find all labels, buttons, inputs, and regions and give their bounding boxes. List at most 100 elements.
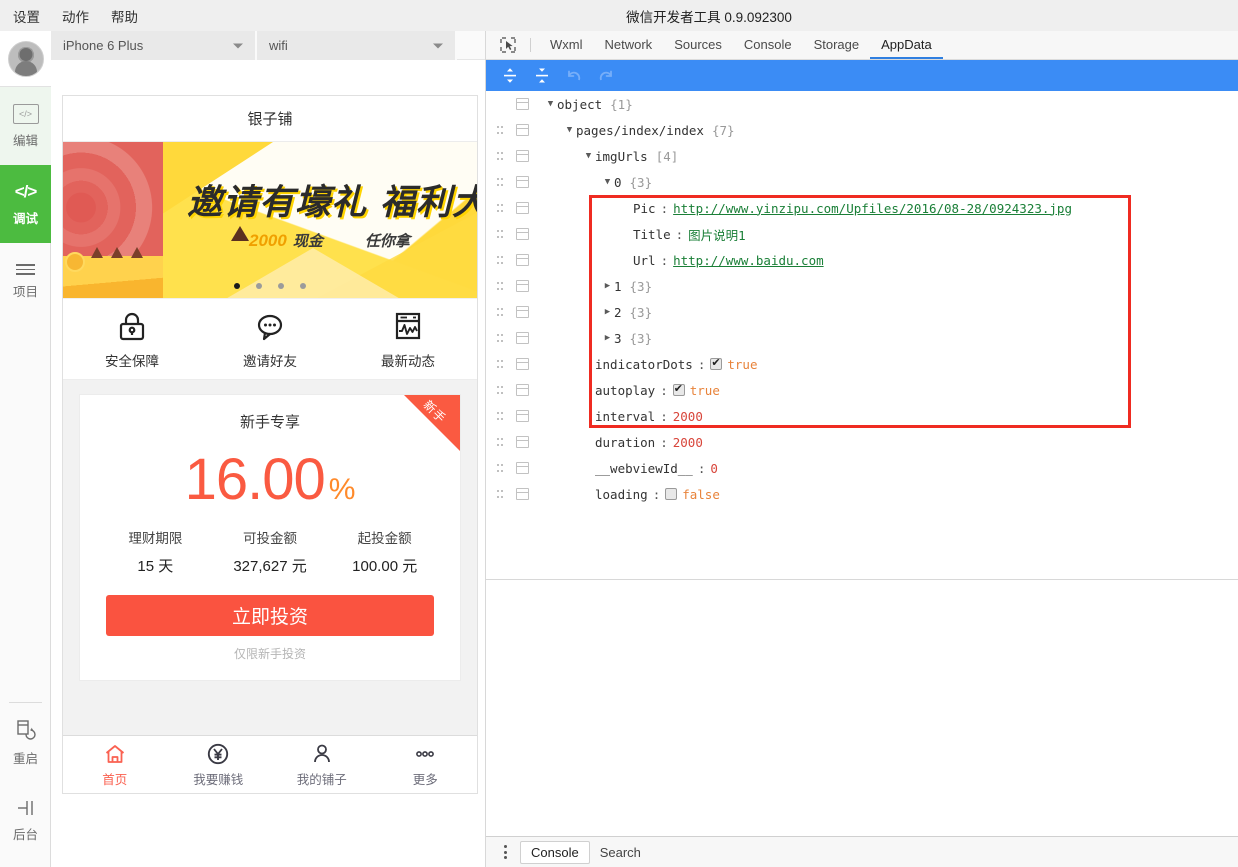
tree-value[interactable]: true — [727, 357, 757, 372]
tab-appdata[interactable]: AppData — [870, 31, 943, 59]
drag-handle-icon[interactable] — [496, 307, 505, 317]
nav-item-security[interactable]: 安全保障 — [63, 309, 201, 370]
invest-now-button[interactable]: 立即投资 — [106, 595, 434, 636]
tree-row[interactable]: ▼object{1} — [486, 91, 1238, 117]
undo-icon[interactable] — [560, 64, 588, 88]
redo-icon[interactable] — [592, 64, 620, 88]
collapse-all-icon[interactable] — [528, 64, 556, 88]
row-toggle-icon[interactable] — [516, 124, 529, 136]
tree-row[interactable]: ▶2{3} — [486, 299, 1238, 325]
row-toggle-icon[interactable] — [516, 462, 529, 474]
drag-handle-icon[interactable] — [496, 489, 505, 499]
tree-value-link[interactable]: http://www.baidu.com — [673, 253, 824, 268]
tab-storage[interactable]: Storage — [803, 31, 871, 59]
expand-all-icon[interactable] — [496, 64, 524, 88]
menu-actions[interactable]: 动作 — [62, 6, 89, 26]
row-toggle-icon[interactable] — [516, 488, 529, 500]
network-select[interactable]: wifi — [257, 31, 457, 60]
tree-row[interactable]: autoplay : true — [486, 377, 1238, 403]
chevron-down-icon[interactable]: ▼ — [582, 151, 595, 161]
carousel-dot-1[interactable] — [256, 283, 262, 289]
tree-row[interactable]: Pic : http://www.yinzipu.com/Upfiles/201… — [486, 195, 1238, 221]
drag-handle-icon[interactable] — [496, 229, 505, 239]
product-card[interactable]: 新手 新手专享 16.00% 理财期限 15 天 可投金额 327,627 元 — [79, 394, 461, 681]
drag-handle-icon[interactable] — [496, 125, 505, 135]
row-toggle-icon[interactable] — [516, 228, 529, 240]
tabbar-item-myshop[interactable]: 我的铺子 — [270, 736, 374, 793]
device-select[interactable]: iPhone 6 Plus — [51, 31, 257, 60]
banner-carousel[interactable]: 邀请有壕礼 福利大升级 2000现金任你拿 — [63, 142, 477, 298]
chevron-down-icon[interactable]: ▼ — [544, 99, 557, 109]
drag-handle-icon[interactable] — [496, 437, 505, 447]
row-toggle-icon[interactable] — [516, 306, 529, 318]
tree-value[interactable]: 图片说明1 — [688, 225, 746, 244]
drag-handle-icon[interactable] — [496, 281, 505, 291]
carousel-dot-0[interactable] — [234, 283, 240, 289]
tree-value[interactable]: 2000 — [673, 435, 703, 450]
tabbar-item-more[interactable]: 更多 — [374, 736, 478, 793]
tree-row[interactable]: ▼0{3} — [486, 169, 1238, 195]
drawer-tab-console[interactable]: Console — [520, 841, 590, 864]
value-checkbox[interactable] — [710, 358, 722, 370]
inspect-cursor-icon[interactable] — [494, 31, 522, 59]
carousel-dot-2[interactable] — [278, 283, 284, 289]
drag-handle-icon[interactable] — [496, 359, 505, 369]
nav-item-invite[interactable]: 邀请好友 — [201, 309, 339, 370]
drag-handle-icon[interactable] — [496, 177, 505, 187]
row-toggle-icon[interactable] — [516, 254, 529, 266]
menu-help[interactable]: 帮助 — [111, 6, 138, 26]
rail-item-debug[interactable]: </> 调试 — [0, 165, 51, 243]
drawer-tab-search[interactable]: Search — [590, 841, 651, 864]
row-toggle-icon[interactable] — [516, 280, 529, 292]
drag-handle-icon[interactable] — [496, 255, 505, 265]
row-toggle-icon[interactable] — [516, 436, 529, 448]
appdata-tree[interactable]: ▼object{1}▼pages/index/index{7}▼imgUrls[… — [486, 91, 1238, 579]
row-toggle-icon[interactable] — [516, 98, 529, 110]
chevron-down-icon[interactable]: ▼ — [563, 125, 576, 135]
carousel-dots[interactable] — [63, 283, 477, 289]
chevron-right-icon[interactable]: ▶ — [601, 333, 614, 343]
tree-value[interactable]: 2000 — [673, 409, 703, 424]
tree-value-link[interactable]: http://www.yinzipu.com/Upfiles/2016/08-2… — [673, 201, 1072, 216]
drag-handle-icon[interactable] — [496, 151, 505, 161]
rail-item-edit[interactable]: </> 编辑 — [0, 87, 51, 165]
avatar-container[interactable] — [0, 31, 51, 87]
row-toggle-icon[interactable] — [516, 332, 529, 344]
drag-handle-icon[interactable] — [496, 203, 505, 213]
tab-wxml[interactable]: Wxml — [539, 31, 594, 59]
tree-row[interactable]: duration : 2000 — [486, 429, 1238, 455]
more-options-icon[interactable] — [496, 845, 514, 859]
drag-handle-icon[interactable] — [496, 411, 505, 421]
value-checkbox[interactable] — [673, 384, 685, 396]
drag-handle-icon[interactable] — [496, 385, 505, 395]
row-toggle-icon[interactable] — [516, 202, 529, 214]
rail-item-project[interactable]: 项目 — [0, 243, 51, 321]
tree-row[interactable]: indicatorDots : true — [486, 351, 1238, 377]
tree-row[interactable]: loading : false — [486, 481, 1238, 507]
tree-value[interactable]: true — [690, 383, 720, 398]
tab-network[interactable]: Network — [594, 31, 664, 59]
carousel-dot-3[interactable] — [300, 283, 306, 289]
tree-value[interactable]: false — [682, 487, 720, 502]
value-checkbox[interactable] — [665, 488, 677, 500]
tree-row[interactable]: Title : 图片说明1 — [486, 221, 1238, 247]
menu-settings[interactable]: 设置 — [13, 6, 40, 26]
tabbar-item-earn[interactable]: 我要赚钱 — [167, 736, 271, 793]
tree-row[interactable]: Url : http://www.baidu.com — [486, 247, 1238, 273]
drag-handle-icon[interactable] — [496, 333, 505, 343]
tree-row[interactable]: ▼pages/index/index{7} — [486, 117, 1238, 143]
rail-item-background[interactable]: 后台 — [0, 781, 51, 859]
row-toggle-icon[interactable] — [516, 384, 529, 396]
tree-row[interactable]: ▶3{3} — [486, 325, 1238, 351]
rail-item-restart[interactable]: 重启 — [0, 703, 51, 781]
tab-console[interactable]: Console — [733, 31, 803, 59]
chevron-right-icon[interactable]: ▶ — [601, 281, 614, 291]
row-toggle-icon[interactable] — [516, 150, 529, 162]
row-toggle-icon[interactable] — [516, 410, 529, 422]
tab-sources[interactable]: Sources — [663, 31, 733, 59]
chevron-down-icon[interactable]: ▼ — [601, 177, 614, 187]
row-toggle-icon[interactable] — [516, 176, 529, 188]
tree-row[interactable]: ▼imgUrls[4] — [486, 143, 1238, 169]
chevron-right-icon[interactable]: ▶ — [601, 307, 614, 317]
nav-item-news[interactable]: 最新动态 — [339, 309, 477, 370]
